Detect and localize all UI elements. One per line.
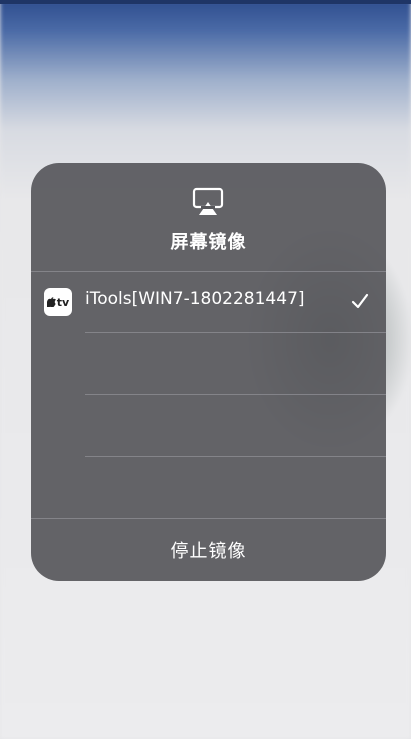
device-name: iTools[WIN7-1802281447] xyxy=(85,289,305,309)
empty-device-row xyxy=(31,333,386,394)
panel-title: 屏幕镜像 xyxy=(170,232,247,253)
panel-header: 屏幕镜像 xyxy=(31,163,386,271)
empty-device-row xyxy=(31,395,386,456)
apple-tv-icon: tv xyxy=(44,288,72,316)
device-row-itools[interactable]: tv iTools[WIN7-1802281447] xyxy=(31,272,386,332)
airplay-icon xyxy=(192,187,224,215)
screen-mirroring-panel: 屏幕镜像 tv iTools[WIN7-1802281447] 停止镜像 xyxy=(31,163,386,581)
status-bar-strip xyxy=(0,0,411,4)
row-divider xyxy=(85,456,386,457)
apple-tv-icon-text: tv xyxy=(56,295,70,309)
stop-mirroring-button[interactable]: 停止镜像 xyxy=(31,519,386,581)
apple-logo-icon xyxy=(46,297,56,307)
checkmark-icon xyxy=(351,293,369,309)
